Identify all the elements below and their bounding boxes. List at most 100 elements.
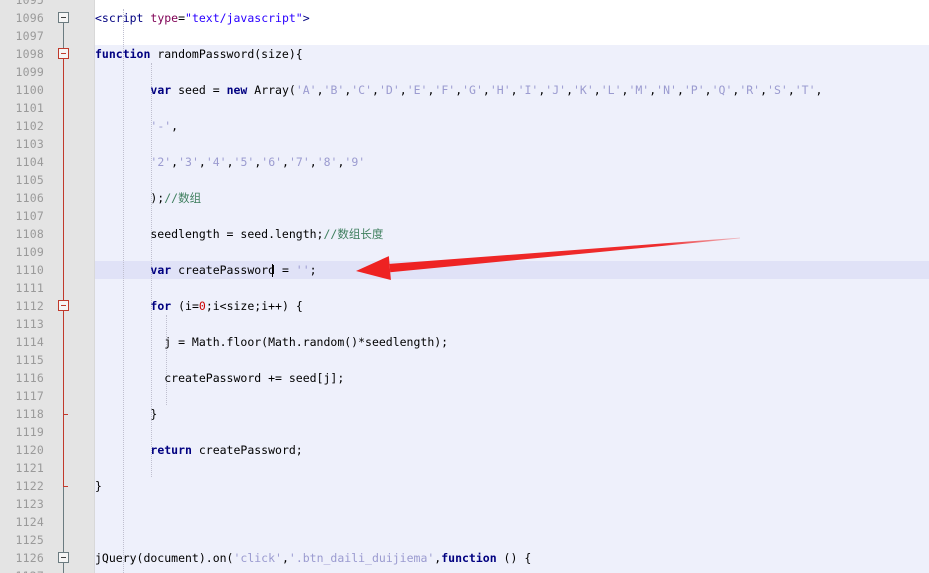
code-line-text[interactable]: '-', <box>95 117 178 135</box>
code-line-text[interactable]: function randomPassword(size){ <box>95 45 303 63</box>
code-line[interactable]: 1112 for (i=0;i<size;i++) { <box>0 297 929 315</box>
code-line-text[interactable]: );//数组 <box>95 189 201 207</box>
fold-column-cell <box>50 63 95 81</box>
code-line[interactable]: 1107 <box>0 207 929 225</box>
text-caret <box>272 264 274 277</box>
code-line[interactable]: 1110 var createPassword = ''; <box>0 261 929 279</box>
code-line[interactable]: 1095 <box>0 0 929 9</box>
code-line[interactable]: 1114 j = Math.floor(Math.random()*seedle… <box>0 333 929 351</box>
code-line-text[interactable]: } <box>95 405 157 423</box>
code-line[interactable]: 1102 '-', <box>0 117 929 135</box>
code-line[interactable]: 1118 } <box>0 405 929 423</box>
code-line[interactable]: 1122} <box>0 477 929 495</box>
code-line[interactable]: 1109 <box>0 243 929 261</box>
code-line[interactable]: 1124 <box>0 513 929 531</box>
code-token-punct: = <box>178 11 186 25</box>
code-token-plain: () { <box>496 551 532 565</box>
code-line[interactable]: 1099 <box>0 63 929 81</box>
code-line[interactable]: 1121 <box>0 459 929 477</box>
code-token-strq: '2' <box>150 155 172 169</box>
code-line-text[interactable]: seedlength = seed.length;//数组长度 <box>95 225 383 243</box>
code-line[interactable]: 1125 <box>0 531 929 549</box>
code-token-punct: , <box>281 551 289 565</box>
code-line-text[interactable]: <script type="text/javascript"> <box>95 9 310 27</box>
code-line[interactable]: 1126 jQuery(document).on('click','.btn_da… <box>0 549 929 567</box>
code-line[interactable]: 1116 createPassword += seed[j]; <box>0 369 929 387</box>
code-line-text[interactable]: return createPassword; <box>95 441 303 459</box>
line-number: 1106 <box>0 189 50 207</box>
code-token-strq: 'I' <box>517 83 539 97</box>
code-line-background <box>95 423 929 441</box>
fold-tick-1118 <box>63 414 68 415</box>
fold-column-cell <box>50 333 95 351</box>
fold-column-cell <box>50 351 95 369</box>
code-line[interactable]: 1108 seedlength = seed.length;//数组长度 <box>0 225 929 243</box>
line-number: 1116 <box>0 369 50 387</box>
code-line[interactable]: 1120 return createPassword; <box>0 441 929 459</box>
code-line[interactable]: 1117 <box>0 387 929 405</box>
code-token-punct: , <box>787 83 795 97</box>
code-line-text[interactable]: var seed = new Array('A','B','C','D','E'… <box>95 81 822 99</box>
code-line[interactable]: 1127 <box>0 567 929 573</box>
code-line[interactable]: 1104 '2','3','4','5','6','7','8','9' <box>0 153 929 171</box>
code-token-punct: , <box>482 83 490 97</box>
code-token-strq: '6' <box>261 155 283 169</box>
code-line[interactable]: 1103 <box>0 135 929 153</box>
line-number: 1103 <box>0 135 50 153</box>
code-token-punct: ; <box>309 263 317 277</box>
fold-toggle-1098[interactable] <box>58 48 69 59</box>
fold-column-cell <box>50 9 95 27</box>
code-line-text[interactable]: var createPassword = ''; <box>95 261 317 279</box>
code-line[interactable]: 1106 );//数组 <box>0 189 929 207</box>
fold-toggle-1096[interactable] <box>58 12 69 23</box>
code-line-text[interactable]: jQuery(document).on('click','.btn_daili_… <box>95 549 531 567</box>
fold-toggle-1112[interactable] <box>58 300 69 311</box>
code-line[interactable]: 1100 var seed = new Array('A','B','C','D… <box>0 81 929 99</box>
fold-column-cell <box>50 405 95 423</box>
code-line[interactable]: 1098 function randomPassword(size){ <box>0 45 929 63</box>
code-token-kw: return <box>150 443 192 457</box>
code-line-text[interactable]: for (i=0;i<size;i++) { <box>95 297 302 315</box>
fold-column-cell <box>50 81 95 99</box>
code-line[interactable]: 1111 <box>0 279 929 297</box>
code-line-background <box>95 495 929 513</box>
fold-column-cell <box>50 225 95 243</box>
code-token-plain: createPassword = <box>171 263 296 277</box>
code-line-text[interactable]: j = Math.floor(Math.random()*seedlength)… <box>95 333 448 351</box>
fold-column-cell <box>50 207 95 225</box>
code-token-plain: randomPassword(size){ <box>157 47 303 61</box>
code-line-background <box>95 513 929 531</box>
code-line[interactable]: 1105 <box>0 171 929 189</box>
code-line[interactable]: 1113 <box>0 315 929 333</box>
fold-line-function <box>63 54 64 486</box>
code-token-plain: createPassword; <box>191 443 303 457</box>
code-line[interactable]: 1119 <box>0 423 929 441</box>
code-token-strq: '-' <box>150 119 172 133</box>
code-line-background <box>95 459 929 477</box>
code-line-text[interactable]: '2','3','4','5','6','7','8','9' <box>95 153 365 171</box>
code-token-punct: , <box>316 83 324 97</box>
code-token-cmt: //数组 <box>164 191 202 205</box>
code-line[interactable]: 1123 <box>0 495 929 513</box>
fold-column-cell <box>50 549 95 567</box>
code-line[interactable]: 1115 <box>0 351 929 369</box>
code-line-text[interactable]: createPassword += seed[j]; <box>95 369 344 387</box>
line-number: 1110 <box>0 261 50 279</box>
code-token-plain: jQuery(document).on( <box>95 551 234 565</box>
code-line[interactable]: 1096 <script type="text/javascript"> <box>0 9 929 27</box>
code-line[interactable]: 1101 <box>0 99 929 117</box>
code-token-punct: , <box>815 83 823 97</box>
fold-column-cell <box>50 279 95 297</box>
code-token-punct: , <box>760 83 768 97</box>
code-line-background <box>95 567 929 573</box>
code-token-strq: 'P' <box>683 83 705 97</box>
code-token-kw: new <box>226 83 248 97</box>
code-token-strq: 'D' <box>378 83 400 97</box>
fold-toggle-1126[interactable] <box>58 552 69 563</box>
line-number: 1098 <box>0 45 50 63</box>
code-line-text[interactable]: } <box>95 477 102 495</box>
code-line[interactable]: 1097 <box>0 27 929 45</box>
code-line-background <box>95 117 929 135</box>
code-editor-viewport[interactable]: 1095 1096 <script type="text/javascript"> 1… <box>0 0 929 573</box>
